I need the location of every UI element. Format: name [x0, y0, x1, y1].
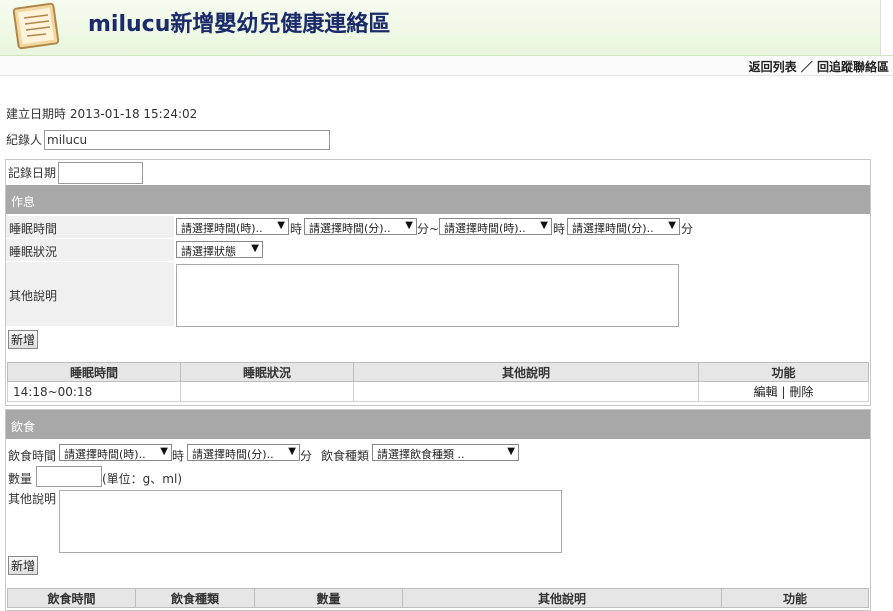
select-value: 請選擇時間(分).. [309, 222, 391, 235]
diet-table: 飲食時間 飲食種類 數量 其他說明 功能 [7, 588, 869, 608]
record-date-row: 記錄日期 [8, 162, 143, 184]
col-note: 其他說明 [353, 362, 699, 382]
col-sleep-time: 睡眠時間 [7, 362, 181, 382]
sleep-end-minute-select[interactable]: 請選擇時間(分).. ▼ [567, 218, 680, 235]
page-header: milucu新增嬰幼兒健康連絡區 [0, 0, 893, 56]
sleep-panel: 記錄日期 作息 睡眠時間 請選擇時間(時).. ▼ 時 請選擇時間(分).. ▼ 分… [5, 159, 871, 406]
created-label: 建立日期時 [6, 107, 67, 121]
col-diet-time: 飲食時間 [7, 588, 136, 608]
sleep-note-label: 其他說明 [9, 289, 58, 303]
diet-minute-unit: 分 [300, 449, 313, 463]
col-diet-type: 飲食種類 [135, 588, 255, 608]
dropdown-arrow-icon: ▼ [540, 220, 548, 231]
dropdown-arrow-icon: ▼ [160, 446, 168, 457]
dropdown-arrow-icon: ▼ [507, 446, 515, 457]
sleep-end-hour-select[interactable]: 請選擇時間(時).. ▼ [439, 218, 552, 235]
sleep-time-label: 睡眠時間 [9, 222, 58, 236]
diet-note-label: 其他說明 [8, 492, 57, 506]
nav-bar: 返回列表 ／ 回追蹤聯絡區 [0, 56, 893, 76]
dropdown-arrow-icon: ▼ [288, 446, 296, 457]
sleep-status-row: 睡眠狀況 請選擇狀態 ▼ [6, 239, 870, 261]
sleep-status-label: 睡眠狀況 [9, 245, 58, 259]
dropdown-arrow-icon: ▼ [251, 243, 259, 254]
sleep-status-label-cell: 睡眠狀況 [6, 239, 174, 261]
delete-link[interactable]: 刪除 [789, 385, 813, 399]
notepad-icon [12, 2, 60, 50]
nav-separator: ／ [800, 60, 813, 74]
back-to-list-link[interactable]: 返回列表 [749, 60, 797, 74]
hour-unit-end: 時 [553, 222, 566, 236]
recorder-label: 紀錄人 [6, 133, 43, 147]
dropdown-arrow-icon: ▼ [277, 220, 285, 231]
cell-note [353, 381, 699, 402]
edit-link[interactable]: 編輯 [754, 385, 778, 399]
col-qty: 數量 [254, 588, 403, 608]
nav-links: 返回列表 ／ 回追蹤聯絡區 [749, 58, 889, 75]
diet-section-header: 飲食 [6, 410, 870, 439]
minute-unit-tilde: 分~ [417, 222, 440, 236]
diet-time-label: 飲食時間 [8, 449, 57, 463]
table-header-row: 睡眠時間 睡眠狀況 其他說明 功能 [7, 362, 869, 382]
select-value: 請選擇時間(分).. [572, 222, 654, 235]
diet-qty-label: 數量 [8, 472, 33, 486]
sleep-status-select[interactable]: 請選擇狀態 ▼ [176, 241, 263, 258]
recorder-row: 紀錄人 [6, 130, 330, 150]
cell-sleep-status [180, 381, 354, 402]
col-actions: 功能 [698, 362, 869, 382]
select-value: 請選擇時間(時).. [181, 222, 263, 235]
select-value: 請選擇狀態 [181, 245, 236, 258]
dropdown-arrow-icon: ▼ [405, 220, 413, 231]
back-to-trace-link[interactable]: 回追蹤聯絡區 [817, 60, 889, 74]
sleep-start-hour-select[interactable]: 請選擇時間(時).. ▼ [176, 218, 289, 235]
sleep-add-button[interactable]: 新增 [8, 330, 39, 349]
created-value: 2013-01-18 15:24:02 [69, 107, 198, 121]
table-row: 14:18~00:18 編輯 | 刪除 [7, 381, 869, 402]
created-datetime: 建立日期時 2013-01-18 15:24:02 [6, 105, 197, 122]
col-diet-note: 其他說明 [402, 588, 722, 608]
select-value: 請選擇時間(時).. [64, 448, 146, 461]
minute-unit-end: 分 [681, 222, 694, 236]
record-date-input[interactable] [58, 162, 143, 184]
sleep-start-minute-select[interactable]: 請選擇時間(分).. ▼ [304, 218, 417, 235]
diet-type-select[interactable]: 請選擇飲食種類 .. ▼ [372, 444, 519, 461]
diet-panel: 飲食 飲食時間 請選擇時間(時).. ▼ 時 請選擇時間(分).. ▼ 分 飲食種類… [5, 409, 871, 611]
diet-qty-unit: (單位：g、ml) [102, 472, 183, 486]
sleep-section-title: 作息 [11, 195, 36, 209]
select-value: 請選擇飲食種類 .. [377, 448, 465, 461]
diet-note-textarea[interactable] [59, 490, 562, 553]
page-title: milucu新增嬰幼兒健康連絡區 [88, 12, 391, 37]
cell-sleep-time: 14:18~00:18 [7, 381, 181, 402]
sleep-note-label-cell: 其他說明 [6, 262, 174, 326]
table-header-row: 飲食時間 飲食種類 數量 其他說明 功能 [7, 588, 869, 608]
sleep-section-header: 作息 [6, 185, 870, 214]
select-value: 請選擇時間(時).. [444, 222, 526, 235]
sleep-note-textarea[interactable] [176, 264, 679, 327]
diet-section-title: 飲食 [11, 420, 36, 434]
cell-actions: 編輯 | 刪除 [698, 381, 869, 402]
sleep-note-row: 其他說明 [6, 262, 870, 327]
action-separator: | [781, 385, 786, 399]
col-sleep-status: 睡眠狀況 [180, 362, 354, 382]
diet-hour-select[interactable]: 請選擇時間(時).. ▼ [59, 444, 172, 461]
header-edge [880, 0, 893, 55]
dropdown-arrow-icon: ▼ [668, 220, 676, 231]
diet-hour-unit: 時 [172, 449, 185, 463]
sleep-time-label-cell: 睡眠時間 [6, 216, 174, 238]
record-date-label: 記錄日期 [8, 166, 57, 180]
diet-add-button[interactable]: 新增 [8, 556, 39, 575]
sleep-table: 睡眠時間 睡眠狀況 其他說明 功能 14:18~00:18 編輯 | 刪除 [7, 362, 869, 402]
hour-unit: 時 [290, 222, 303, 236]
diet-qty-input[interactable] [36, 466, 102, 487]
col-diet-actions: 功能 [721, 588, 869, 608]
sleep-time-row: 睡眠時間 請選擇時間(時).. ▼ 時 請選擇時間(分).. ▼ 分~ 請選擇時間(… [6, 216, 870, 238]
recorder-input[interactable] [44, 130, 330, 150]
diet-type-label: 飲食種類 [321, 449, 370, 463]
diet-minute-select[interactable]: 請選擇時間(分).. ▼ [187, 444, 300, 461]
select-value: 請選擇時間(分).. [192, 448, 274, 461]
